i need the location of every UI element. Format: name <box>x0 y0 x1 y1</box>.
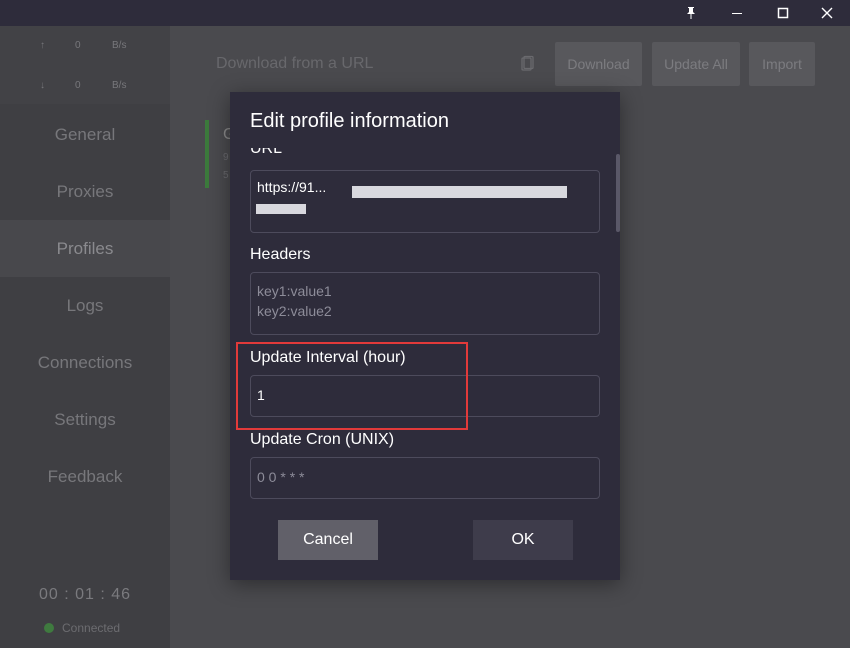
download-arrow-icon: ↓ <box>40 80 45 91</box>
download-button[interactable]: Download <box>555 42 642 86</box>
nav-profiles[interactable]: Profiles <box>0 220 170 277</box>
dialog-form: URL https://91... Headers key1:value1 ke… <box>230 148 620 508</box>
redaction <box>256 204 306 214</box>
url-input[interactable]: Download from a URL <box>200 42 545 86</box>
headers-field[interactable]: key1:value1 key2:value2 <box>250 272 600 335</box>
download-unit: B/s <box>112 80 127 91</box>
status-dot-icon <box>44 623 54 633</box>
upload-speed: ↑ 0 B/s <box>0 36 170 56</box>
upload-value: 0 <box>75 40 81 51</box>
minimize-icon[interactable] <box>714 0 760 26</box>
url-label: URL <box>250 148 283 157</box>
profile-card-sub2: 5 <box>223 170 229 181</box>
maximize-icon[interactable] <box>760 0 806 26</box>
nav-connections[interactable]: Connections <box>0 334 170 391</box>
headers-placeholder-line1: key1:value1 <box>257 283 332 299</box>
update-interval-field[interactable]: 1 <box>250 375 600 417</box>
update-cron-field[interactable]: 0 0 * * * <box>250 457 600 499</box>
nav-general[interactable]: General <box>0 106 170 163</box>
profile-card-sub1: 9 <box>223 152 229 163</box>
headers-placeholder-line2: key2:value2 <box>257 303 332 319</box>
headers-label: Headers <box>250 246 311 263</box>
profile-active-indicator <box>205 120 209 188</box>
import-button[interactable]: Import <box>749 42 815 86</box>
title-bar <box>0 0 850 26</box>
nav-proxies[interactable]: Proxies <box>0 163 170 220</box>
connection-status-label: Connected <box>62 621 121 635</box>
dialog-scroll-thumb[interactable] <box>616 154 620 232</box>
upload-arrow-icon: ↑ <box>40 40 45 51</box>
nav-feedback[interactable]: Feedback <box>0 448 170 505</box>
nav-settings[interactable]: Settings <box>0 391 170 448</box>
sidebar: ↑ 0 B/s ↓ 0 B/s General Proxies Profiles… <box>0 26 170 648</box>
close-icon[interactable] <box>804 0 850 26</box>
pin-icon[interactable] <box>668 0 714 26</box>
connection-status: Connected <box>44 621 120 635</box>
nav-logs[interactable]: Logs <box>0 277 170 334</box>
download-value: 0 <box>75 80 81 91</box>
update-all-button[interactable]: Update All <box>652 42 740 86</box>
update-cron-label: Update Cron (UNIX) <box>250 431 395 448</box>
cancel-button[interactable]: Cancel <box>278 520 378 560</box>
dialog-title: Edit profile information <box>250 110 449 132</box>
paste-icon[interactable] <box>518 55 536 73</box>
download-speed: ↓ 0 B/s <box>0 76 170 96</box>
dialog-footer: Cancel OK <box>230 508 620 580</box>
redaction <box>352 186 567 198</box>
upload-unit: B/s <box>112 40 127 51</box>
uptime-timer: 00 : 01 : 46 <box>38 586 132 603</box>
ok-button[interactable]: OK <box>473 520 573 560</box>
update-interval-label: Update Interval (hour) <box>250 349 406 366</box>
edit-profile-dialog: Edit profile information URL https://91.… <box>230 92 620 580</box>
url-field[interactable]: https://91... <box>250 170 600 233</box>
